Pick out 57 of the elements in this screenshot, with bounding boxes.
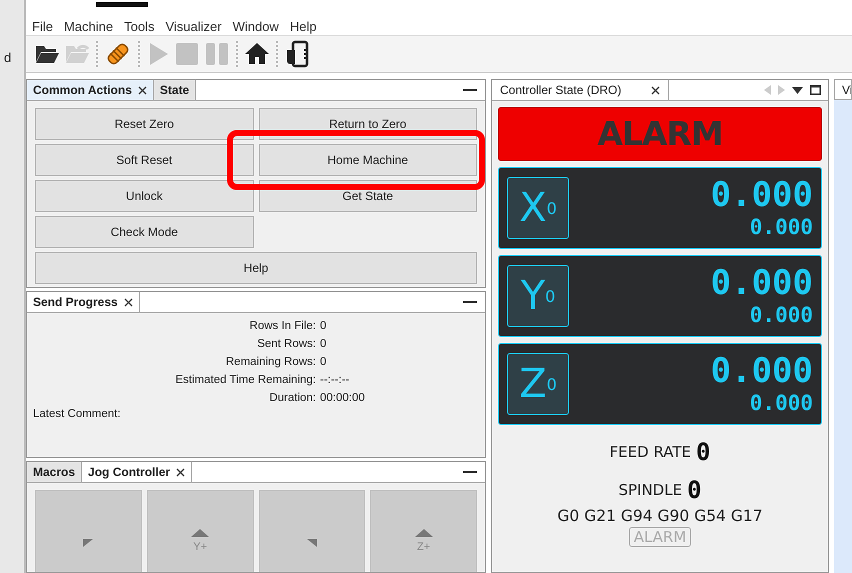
close-icon (651, 86, 660, 94)
stat-value: 0 (320, 356, 328, 368)
panel-tab[interactable]: State (154, 80, 196, 100)
stat-label: Estimated Time Remaining: (174, 374, 316, 386)
arrow-icon (191, 529, 210, 537)
menu-item[interactable]: Machine (64, 19, 114, 34)
arrow-icon (414, 529, 433, 537)
work-position: 0.000 (710, 264, 813, 302)
machine-position: 0.000 (750, 390, 813, 416)
state-banner: ALARM (498, 107, 822, 161)
phone-hand-icon[interactable] (284, 40, 310, 68)
stat-value: 0 (320, 320, 328, 332)
stat-label: Remaining Rows: (224, 356, 316, 368)
menu-item[interactable]: File (32, 19, 53, 34)
action-button[interactable]: Help (35, 252, 477, 284)
stat-label: Rows In File: (248, 320, 316, 332)
action-button[interactable]: Soft Reset (35, 144, 254, 176)
action-button[interactable]: Reset Zero (35, 108, 254, 140)
menu-item[interactable]: Tools (124, 19, 154, 34)
stat-label: Duration: (268, 392, 316, 404)
action-button[interactable]: Home Machine (258, 144, 477, 176)
maximize-icon (810, 85, 821, 95)
minimize-icon[interactable] (463, 298, 477, 306)
panel-tab[interactable]: Common Actions (27, 80, 154, 100)
panel-tab[interactable]: Macros (27, 462, 82, 482)
action-button[interactable]: Unlock (35, 180, 254, 212)
arrow-icon (83, 539, 94, 547)
comment-label: Latest Comment: (33, 408, 122, 420)
stat-value: 0 (696, 438, 710, 466)
stat-label: Sent Rows: (256, 338, 316, 350)
arrow-icon (306, 539, 317, 547)
menu-item[interactable]: Help (290, 19, 317, 34)
right-arrow-icon (778, 85, 785, 95)
stat-value: 00:00:00 (320, 392, 366, 404)
title-mark (96, 2, 148, 7)
minimize-icon[interactable] (463, 468, 477, 476)
left-arrow-icon (764, 85, 771, 95)
close-icon (138, 86, 147, 94)
minimize-icon[interactable] (463, 86, 477, 94)
stat-label: SPINDLE (618, 481, 682, 499)
status-badge: ALARM (628, 527, 692, 547)
stat-value: 0 (320, 338, 328, 350)
work-position: 0.000 (710, 352, 813, 390)
machine-position: 0.000 (750, 302, 813, 328)
stat-label: FEED RATE (610, 443, 691, 461)
stat-value: 0 (687, 476, 702, 504)
dropdown-icon (792, 86, 803, 94)
menu-item[interactable]: Window (232, 19, 279, 34)
gcode-state: G0 G21 G94 G90 G54 G17 (556, 507, 764, 525)
close-icon (176, 468, 186, 476)
machine-position: 0.000 (750, 214, 813, 240)
close-icon (124, 298, 133, 306)
menu-item[interactable]: Visualizer (165, 19, 222, 34)
window-text: d (4, 50, 12, 65)
stat-value: --:--:-- (320, 374, 350, 386)
action-button[interactable]: Check Mode (35, 216, 254, 248)
work-position: 0.000 (710, 176, 813, 214)
